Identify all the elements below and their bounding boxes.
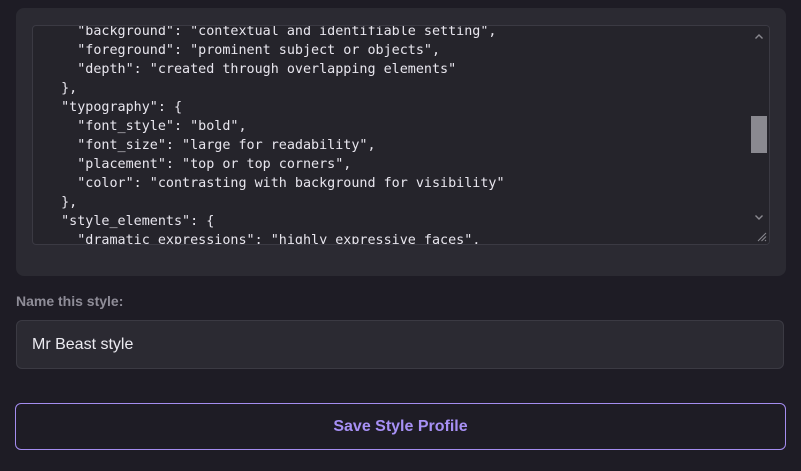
code-line: "font_style": "bold",	[45, 119, 247, 134]
code-line: "typography": {	[45, 100, 183, 115]
save-style-profile-button[interactable]: Save Style Profile	[15, 403, 786, 450]
vertical-scrollbar[interactable]	[749, 26, 769, 244]
chevron-down-icon	[755, 214, 763, 220]
code-line: "style_elements": {	[45, 214, 215, 229]
scroll-up-button[interactable]	[749, 29, 769, 43]
code-line: "placement": "top or top corners",	[45, 157, 352, 172]
scrollbar-thumb[interactable]	[751, 116, 767, 153]
resize-grip-icon[interactable]	[755, 230, 767, 242]
code-line: "background": "contextual and identifiab…	[45, 26, 497, 39]
code-line: "dramatic_expressions": "highly expressi…	[45, 233, 481, 244]
code-line: "depth": "created through overlapping el…	[45, 62, 457, 77]
style-name-input[interactable]	[16, 320, 784, 369]
code-viewport: "background": "contextual and identifiab…	[33, 26, 749, 244]
code-line: },	[45, 81, 78, 96]
chevron-up-icon	[755, 33, 763, 39]
scroll-down-button[interactable]	[749, 210, 769, 224]
style-json-panel: "background": "contextual and identifiab…	[16, 8, 786, 276]
code-line: "font_size": "large for readability",	[45, 138, 376, 153]
style-name-label: Name this style:	[16, 293, 124, 309]
code-text: "background": "contextual and identifiab…	[45, 26, 505, 244]
code-line: },	[45, 195, 78, 210]
code-line: "color": "contrasting with background fo…	[45, 176, 505, 191]
code-line: "foreground": "prominent subject or obje…	[45, 43, 441, 58]
style-json-textarea[interactable]: "background": "contextual and identifiab…	[32, 25, 770, 245]
